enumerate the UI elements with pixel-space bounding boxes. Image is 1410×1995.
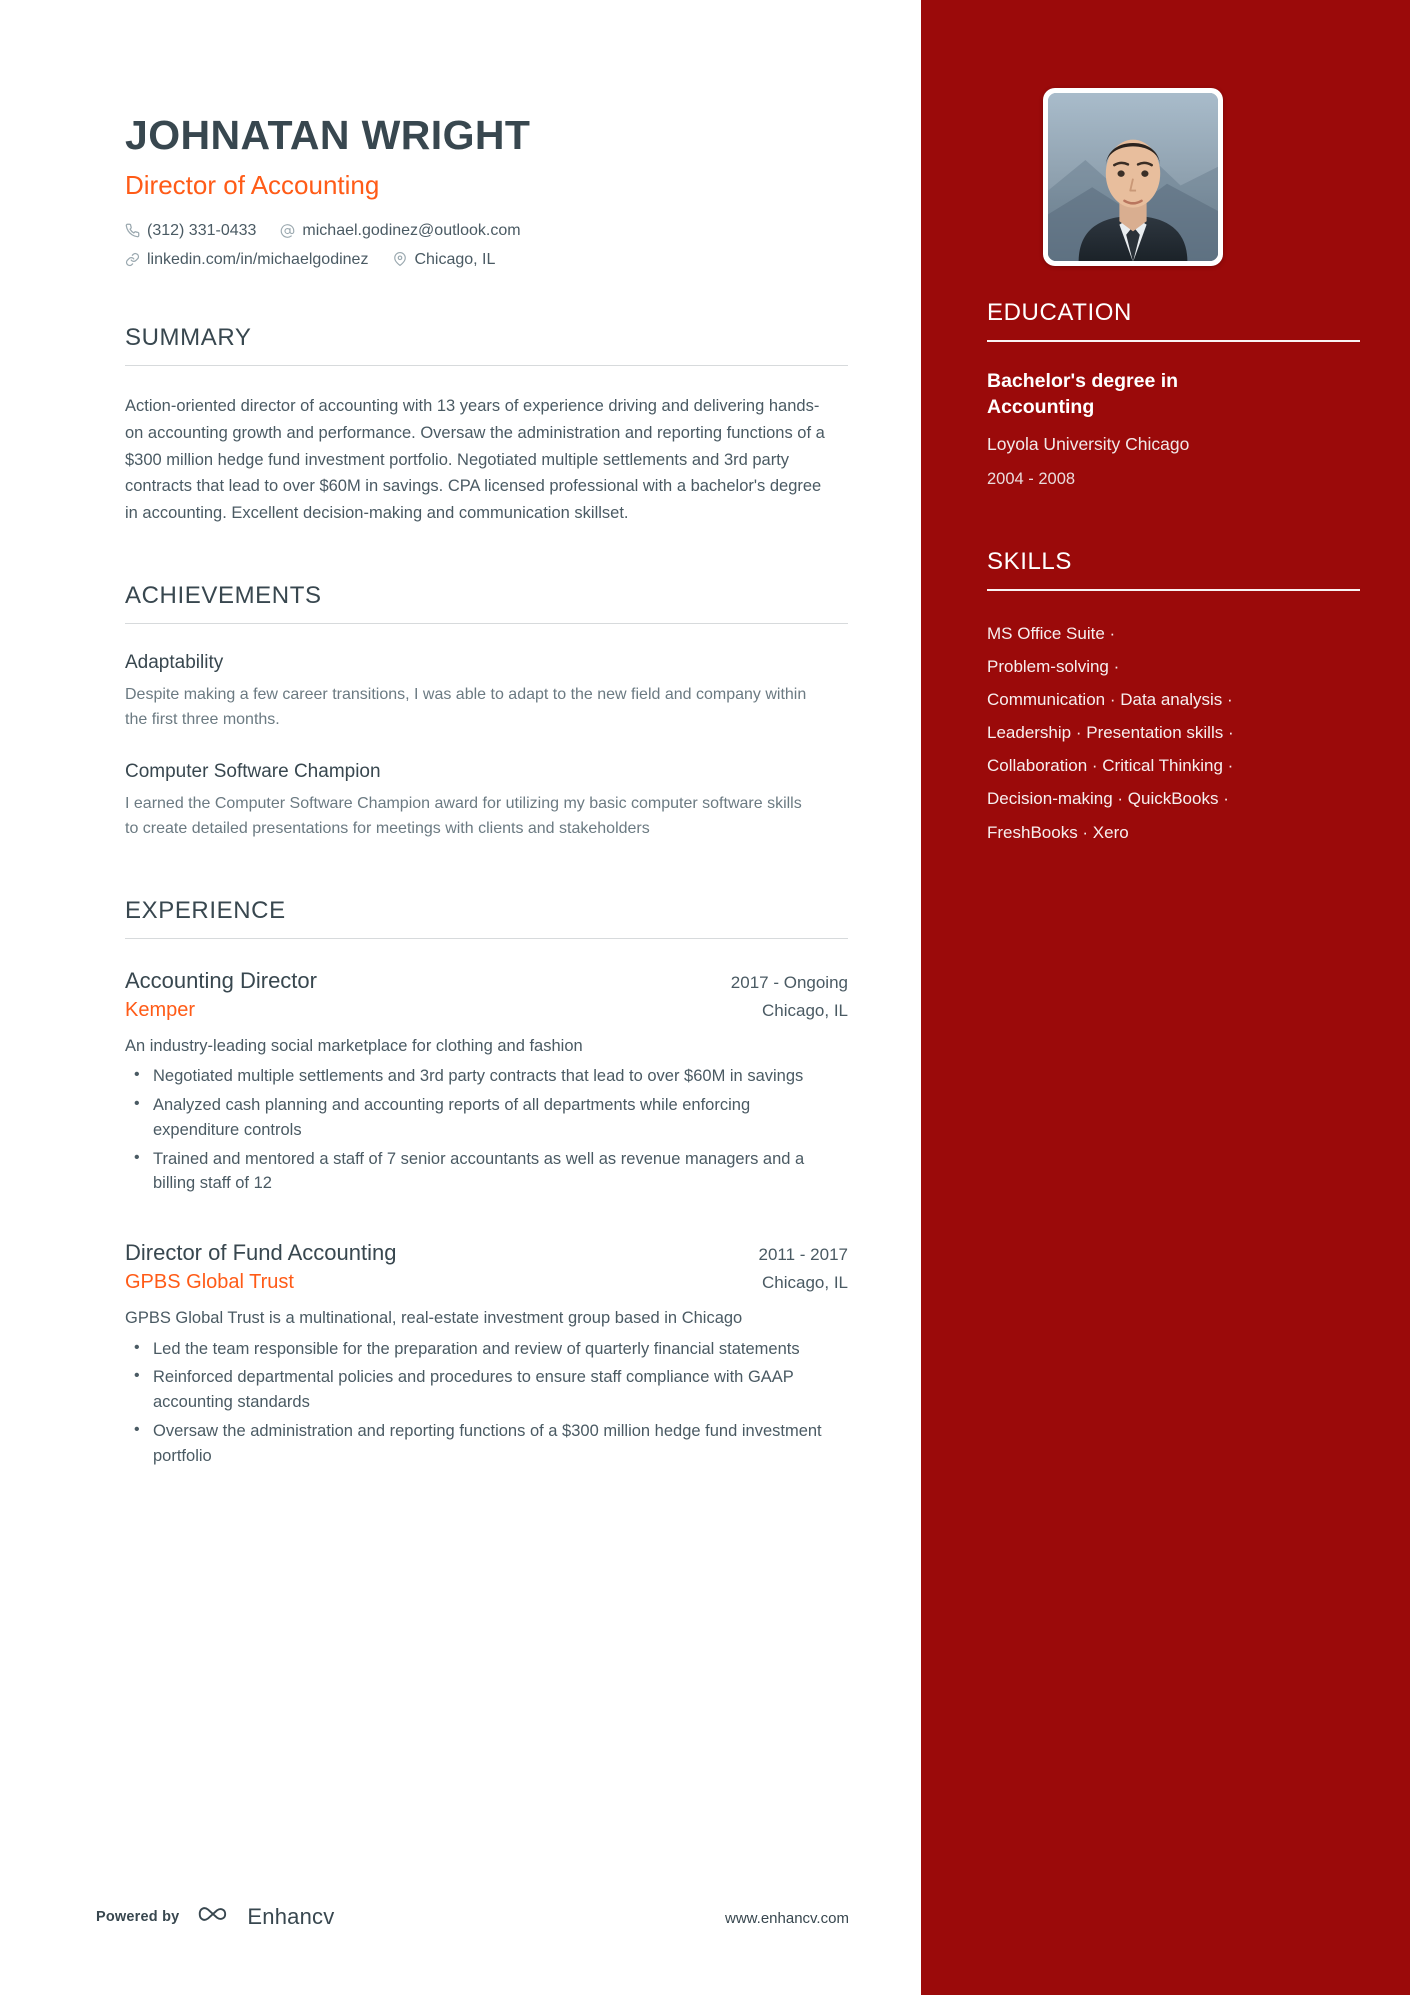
experience-bullet: Negotiated multiple settlements and 3rd … <box>125 1063 825 1089</box>
skills-section: SKILLS MS Office Suite · Problem-solving… <box>987 548 1360 849</box>
achievement-description: I earned the Computer Software Champion … <box>125 795 802 837</box>
skill-line: Decision-making · QuickBooks · <box>987 789 1229 809</box>
experience-location: Chicago, IL <box>762 1272 848 1292</box>
experience-role-row: Accounting Director 2017 - Ongoing <box>125 966 848 996</box>
experience-item: Director of Fund Accounting 2011 - 2017 … <box>125 1238 848 1468</box>
brand: Enhancv <box>197 1903 334 1930</box>
experience-company[interactable]: Kemper <box>125 996 195 1024</box>
skill-line: Problem-solving · <box>987 656 1120 676</box>
skill-line: Communication · Data analysis · <box>987 690 1233 710</box>
contact-phone[interactable]: (312) 331-0433 <box>125 221 256 240</box>
skill-line: Leadership · Presentation skills · <box>987 723 1234 743</box>
summary-heading: SUMMARY <box>125 323 252 351</box>
contact-email[interactable]: michael.godinez@outlook.com <box>280 221 521 240</box>
resume-page: EDUCATION Bachelor's degree in Accountin… <box>0 0 1410 1995</box>
experience-item: Accounting Director 2017 - Ongoing Kempe… <box>125 966 848 1196</box>
experience-summary: An industry-leading social marketplace f… <box>125 1036 583 1055</box>
experience-dates: 2017 - Ongoing <box>730 973 848 993</box>
skills-divider <box>987 589 1360 591</box>
experience-bullets: Led the team responsible for the prepara… <box>125 1336 848 1469</box>
enhancv-logo-icon <box>197 1903 237 1930</box>
experience-summary: GPBS Global Trust is a multinational, re… <box>125 1308 743 1327</box>
achievements-heading: ACHIEVEMENTS <box>125 581 322 609</box>
experience-heading: EXPERIENCE <box>125 896 286 924</box>
achievement-title: Adaptability <box>125 652 224 674</box>
contact-email-text: michael.godinez@outlook.com <box>302 222 521 240</box>
experience-section: EXPERIENCE Accounting Director 2017 - On… <box>125 896 848 1469</box>
avatar <box>1048 93 1218 261</box>
achievement-title: Computer Software Champion <box>125 761 381 783</box>
achievements-section: ACHIEVEMENTS Adaptability Despite making… <box>125 581 848 842</box>
skill-line: FreshBooks · Xero <box>987 822 1129 842</box>
education-heading: EDUCATION <box>987 299 1132 326</box>
skills-list: MS Office Suite · Problem-solving · Comm… <box>987 617 1317 849</box>
page-title: JOHNATAN WRIGHT <box>125 112 531 158</box>
contact-location: Chicago, IL <box>392 250 495 269</box>
contact-linkedin-text: linkedin.com/in/michaelgodinez <box>147 250 369 268</box>
contact-phone-text: (312) 331-0433 <box>147 222 257 240</box>
phone-icon <box>125 223 140 238</box>
education-section: EDUCATION Bachelor's degree in Accountin… <box>987 299 1360 491</box>
experience-company-row: Kemper Chicago, IL <box>125 996 848 1024</box>
achievement-item: Adaptability Despite making a few career… <box>125 651 848 732</box>
achievements-list: Adaptability Despite making a few career… <box>125 624 848 842</box>
education-divider <box>987 340 1360 342</box>
experience-dates: 2011 - 2017 <box>758 1245 848 1265</box>
job-title: Director of Accounting <box>125 170 380 201</box>
experience-company[interactable]: GPBS Global Trust <box>125 1268 294 1296</box>
experience-bullet: Led the team responsible for the prepara… <box>125 1336 825 1362</box>
experience-list: Accounting Director 2017 - Ongoing Kempe… <box>125 939 848 1468</box>
sidebar: EDUCATION Bachelor's degree in Accountin… <box>921 0 1410 1995</box>
profile-photo-frame <box>1043 88 1223 266</box>
summary-text: Action-oriented director of accounting w… <box>125 397 825 522</box>
contact-info: (312) 331-0433 michael.godinez@outlook.c… <box>125 221 848 268</box>
summary-section: SUMMARY Action-oriented director of acco… <box>125 323 848 527</box>
skills-heading: SKILLS <box>987 548 1072 575</box>
contact-location-text: Chicago, IL <box>414 250 496 268</box>
contact-row-1: (312) 331-0433 michael.godinez@outlook.c… <box>125 221 848 240</box>
education-degree: Bachelor's degree in Accounting <box>987 369 1179 419</box>
education-dates: 2004 - 2008 <box>987 469 1076 488</box>
link-icon <box>125 252 140 267</box>
experience-bullet: Reinforced departmental policies and pro… <box>125 1364 825 1415</box>
site-url: www.enhancv.com <box>725 1910 849 1927</box>
experience-role: Accounting Director <box>125 968 317 994</box>
contact-linkedin[interactable]: linkedin.com/in/michaelgodinez <box>125 250 368 269</box>
education-school: Loyola University Chicago <box>987 434 1190 455</box>
experience-role: Director of Fund Accounting <box>125 1240 397 1266</box>
experience-bullets: Negotiated multiple settlements and 3rd … <box>125 1063 848 1197</box>
experience-bullet: Oversaw the administration and reporting… <box>125 1418 825 1469</box>
resume-header: JOHNATAN WRIGHT Director of Accounting (… <box>125 112 848 269</box>
location-pin-icon <box>392 252 407 267</box>
email-at-icon <box>280 223 295 238</box>
footer: Powered by Enhancv <box>96 1903 334 1930</box>
main-column: JOHNATAN WRIGHT Director of Accounting (… <box>0 0 921 1995</box>
brand-name: Enhancv <box>247 1903 335 1929</box>
skill-line: MS Office Suite · <box>987 623 1116 643</box>
achievement-item: Computer Software Champion I earned the … <box>125 760 848 841</box>
experience-company-row: GPBS Global Trust Chicago, IL <box>125 1268 848 1296</box>
experience-location: Chicago, IL <box>762 1000 848 1020</box>
experience-role-row: Director of Fund Accounting 2011 - 2017 <box>125 1238 848 1268</box>
powered-by-label: Powered by <box>96 1908 180 1925</box>
skill-line: Collaboration · Critical Thinking · <box>987 756 1234 776</box>
achievement-description: Despite making a few career transitions,… <box>125 685 807 728</box>
experience-bullet: Trained and mentored a staff of 7 senior… <box>125 1146 825 1197</box>
contact-row-2: linkedin.com/in/michaelgodinez Chicago, … <box>125 250 848 269</box>
experience-bullet: Analyzed cash planning and accounting re… <box>125 1092 825 1143</box>
